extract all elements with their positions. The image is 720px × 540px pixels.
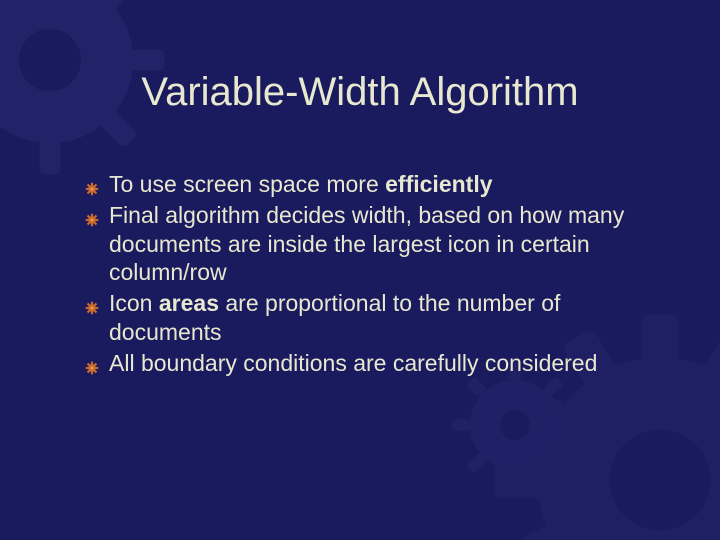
bullet-item: Final algorithm decides width, based on … xyxy=(85,201,660,287)
gear-bullet-icon xyxy=(85,205,99,219)
gear-bullet-icon xyxy=(85,174,99,188)
bullet-item: To use screen space more efficiently xyxy=(85,170,660,199)
bullet-text: Final algorithm decides width, based on … xyxy=(109,202,624,286)
bullet-text: Icon xyxy=(109,290,159,316)
bullet-text: All boundary conditions are carefully co… xyxy=(109,350,597,376)
bullet-list: To use screen space more efficiently Fin… xyxy=(60,170,660,377)
slide-title: Variable-Width Algorithm xyxy=(60,70,660,115)
bullet-text: To use screen space more xyxy=(109,171,385,197)
bullet-item: All boundary conditions are carefully co… xyxy=(85,349,660,378)
slide: Variable-Width Algorithm To use screen s… xyxy=(0,0,720,540)
gear-bullet-icon xyxy=(85,353,99,367)
bullet-item: Icon areas are proportional to the numbe… xyxy=(85,289,660,347)
bullet-emphasis: efficiently xyxy=(385,171,492,197)
bullet-emphasis: areas xyxy=(159,290,219,316)
gear-bullet-icon xyxy=(85,293,99,307)
